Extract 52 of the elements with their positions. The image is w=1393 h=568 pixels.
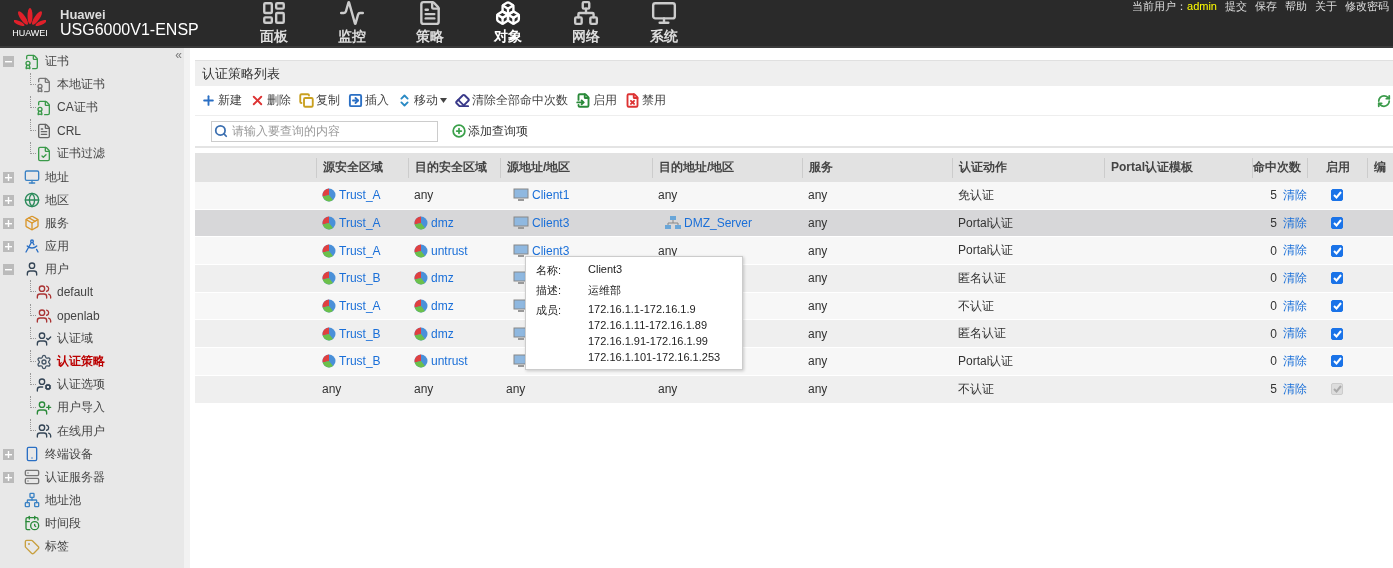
cell-text: 5 [1270, 216, 1277, 231]
tooltip-value: 172.16.1.11-172.16.1.89 [588, 319, 709, 331]
cell-text: 0 [1270, 354, 1277, 369]
tooltip-value: 172.16.1.101-172.16.1.253 [588, 351, 722, 363]
column-header: 源安全区域 [316, 157, 408, 178]
product-name: USG6000V1-ENSP [60, 20, 200, 39]
cell-text: 不认证 [958, 297, 994, 315]
cell-text: any [414, 382, 434, 397]
column-header: 目的安全区域 [408, 157, 500, 178]
column-header: 启用 [1307, 157, 1367, 178]
cell-text: any [808, 188, 828, 203]
logo-text: HUAWEI [12, 28, 48, 38]
cell-text: any [808, 243, 828, 258]
cell-text: any [414, 188, 434, 203]
cell-text: any [506, 382, 526, 397]
cell-text: 5 [1270, 188, 1277, 203]
tooltip-label: 名称: [536, 263, 563, 278]
tooltip-value: Client3 [588, 263, 624, 275]
column-header: 命中次数 [1252, 157, 1307, 178]
cell-text: 不认证 [958, 380, 994, 398]
column-header: 认证动作 [952, 157, 1104, 178]
cell-text: 免认证 [958, 186, 994, 204]
column-header: 编 [1367, 157, 1393, 178]
brand-text: Huawei [60, 7, 107, 21]
cell-text: 0 [1270, 243, 1277, 258]
cell-text: Portal认证 [958, 242, 1014, 260]
cell-text: 5 [1270, 382, 1277, 397]
cell-text: any [322, 382, 342, 397]
cell-text: Portal认证 [958, 214, 1014, 232]
cell-text: any [808, 216, 828, 231]
cell-text: any [658, 382, 678, 397]
cell-text: 0 [1270, 299, 1277, 314]
column-header: 源地址/地区 [500, 157, 652, 178]
cell-text: Portal认证 [958, 352, 1014, 370]
cell-text: any [808, 382, 828, 397]
tooltip-value: 172.16.1.91-172.16.1.99 [588, 335, 709, 347]
cell-text: any [808, 271, 828, 286]
user-label: 当前用户：admin [1132, 0, 1217, 12]
cell-text: any [808, 354, 828, 369]
cell-text: any [808, 299, 828, 314]
cell-text: 匿名认证 [958, 325, 1006, 343]
column-header: 目的地址/地区 [652, 157, 802, 178]
tooltip-value: 172.16.1.1-172.16.1.9 [588, 303, 697, 315]
tooltip-label: 成员: [536, 303, 563, 318]
cell-text: any [658, 188, 678, 203]
cell-text: 0 [1270, 271, 1277, 286]
column-header: Portal认证模板 [1104, 157, 1252, 178]
cell-text: 0 [1270, 326, 1277, 341]
cell-text: any [808, 326, 828, 341]
panel-title: 认证策略列表 [195, 60, 1393, 86]
cell-text: 匿名认证 [958, 269, 1006, 287]
column-header: 服务 [802, 157, 952, 178]
